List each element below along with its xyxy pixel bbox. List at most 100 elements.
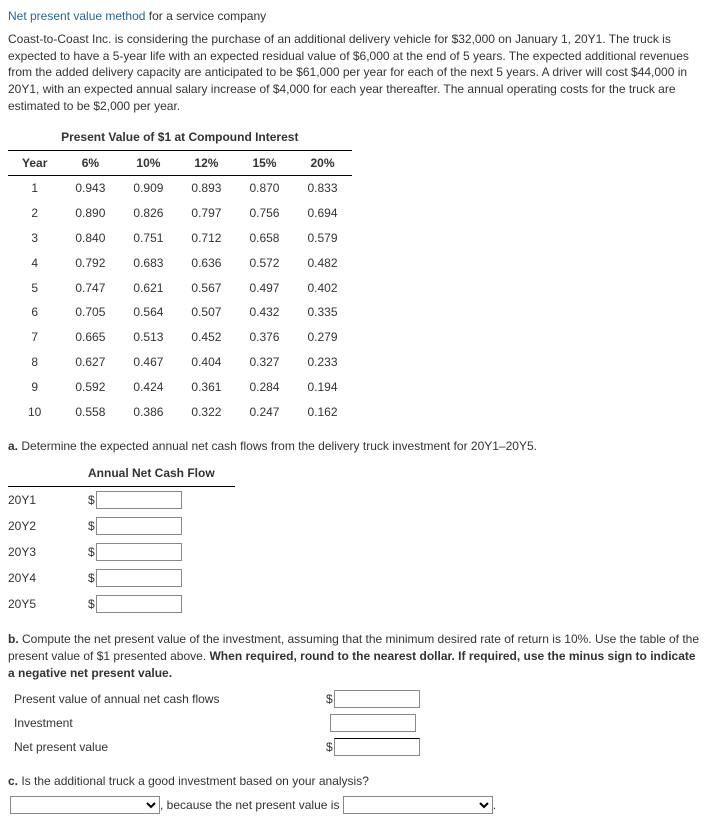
pv-value-cell: 0.452 [177, 325, 235, 350]
pv-value-cell: 0.621 [119, 276, 177, 301]
cf-input-20Y4[interactable] [96, 569, 182, 587]
pv-year-cell: 4 [8, 251, 61, 276]
dollar-sign: $ [88, 545, 95, 559]
pv-year-cell: 9 [8, 375, 61, 400]
pv-value-cell: 0.361 [177, 375, 235, 400]
question-c: c. Is the additional truck a good invest… [8, 773, 700, 790]
c-dropdown-2[interactable] [343, 796, 493, 814]
cf-row: 20Y5$ [8, 591, 235, 617]
pv-value-cell: 0.162 [293, 400, 351, 425]
pv-value-cell: 0.558 [61, 400, 119, 425]
c-mid: , because the net present value is [160, 798, 343, 812]
pv-value-cell: 0.279 [293, 325, 351, 350]
title-rest: for a service company [145, 9, 266, 23]
pv-value-cell: 0.233 [293, 350, 351, 375]
pv-value-cell: 0.579 [293, 226, 351, 251]
pv-value-cell: 0.797 [177, 201, 235, 226]
npv-label-pv: Present value of annual net cash flows [8, 687, 320, 711]
c-text: Is the additional truck a good investmen… [18, 774, 369, 788]
pv-value-cell: 0.424 [119, 375, 177, 400]
cf-input-20Y2[interactable] [96, 517, 182, 535]
c-prefix: c. [8, 774, 18, 788]
pv-row: 100.5580.3860.3220.2470.162 [8, 400, 352, 425]
cf-row: 20Y2$ [8, 513, 235, 539]
cf-input-20Y1[interactable] [96, 491, 182, 509]
pv-h1: 6% [61, 150, 119, 176]
pv-value-cell: 0.870 [235, 176, 293, 201]
cf-input-20Y5[interactable] [96, 595, 182, 613]
pv-value-cell: 0.404 [177, 350, 235, 375]
pv-table: Present Value of $1 at Compound Interest… [8, 125, 352, 425]
pv-year-cell: 7 [8, 325, 61, 350]
a-prefix: a. [8, 439, 18, 453]
pv-value-cell: 0.564 [119, 300, 177, 325]
pv-value-cell: 0.694 [293, 201, 351, 226]
cf-amount-cell: $ [88, 539, 235, 565]
pv-value-cell: 0.497 [235, 276, 293, 301]
pv-value-cell: 0.712 [177, 226, 235, 251]
pv-row: 30.8400.7510.7120.6580.579 [8, 226, 352, 251]
cf-year: 20Y3 [8, 539, 88, 565]
dollar-spacer [326, 716, 329, 730]
cf-amount-cell: $ [88, 565, 235, 591]
pv-h0: Year [8, 150, 61, 176]
pv-value-cell: 0.705 [61, 300, 119, 325]
pv-value-cell: 0.432 [235, 300, 293, 325]
dollar-sign: $ [88, 519, 95, 533]
pv-value-cell: 0.482 [293, 251, 351, 276]
npv-row-npv: Net present value $ [8, 735, 426, 759]
cf-row: 20Y4$ [8, 565, 235, 591]
c-answer-line: , because the net present value is . [10, 796, 700, 814]
pv-value-cell: 0.826 [119, 201, 177, 226]
pv-value-cell: 0.943 [61, 176, 119, 201]
pv-h2: 10% [119, 150, 177, 176]
cf-input-20Y3[interactable] [96, 543, 182, 561]
c-dropdown-1[interactable] [10, 796, 160, 814]
pv-year-cell: 10 [8, 400, 61, 425]
pv-value-cell: 0.840 [61, 226, 119, 251]
dollar-sign: $ [88, 571, 95, 585]
pv-value-cell: 0.792 [61, 251, 119, 276]
pv-cashflows-input[interactable] [334, 690, 420, 708]
pv-value-cell: 0.658 [235, 226, 293, 251]
pv-value-cell: 0.507 [177, 300, 235, 325]
pv-caption: Present Value of $1 at Compound Interest [8, 125, 352, 150]
pv-value-cell: 0.322 [177, 400, 235, 425]
pv-h4: 15% [235, 150, 293, 176]
pv-value-cell: 0.247 [235, 400, 293, 425]
pv-row: 10.9430.9090.8930.8700.833 [8, 176, 352, 201]
cf-amount-cell: $ [88, 513, 235, 539]
question-b: b. Compute the net present value of the … [8, 631, 700, 681]
dollar-sign: $ [326, 692, 333, 706]
pv-year-cell: 1 [8, 176, 61, 201]
cf-amount-cell: $ [88, 486, 235, 513]
investment-input[interactable] [330, 714, 416, 732]
pv-value-cell: 0.327 [235, 350, 293, 375]
pv-value-cell: 0.683 [119, 251, 177, 276]
problem-text: Coast-to-Coast Inc. is considering the p… [8, 31, 700, 115]
npv-row-inv: Investment [8, 711, 426, 735]
title-line: Net present value method for a service c… [8, 8, 700, 25]
pv-value-cell: 0.833 [293, 176, 351, 201]
b-prefix: b. [8, 632, 19, 646]
pv-year-cell: 3 [8, 226, 61, 251]
cf-year: 20Y1 [8, 486, 88, 513]
dollar-sign: $ [88, 493, 95, 507]
c-end: . [493, 798, 496, 812]
npv-input[interactable] [334, 738, 420, 756]
pv-value-cell: 0.467 [119, 350, 177, 375]
pv-value-cell: 0.572 [235, 251, 293, 276]
pv-value-cell: 0.665 [61, 325, 119, 350]
cf-row: 20Y3$ [8, 539, 235, 565]
pv-row: 60.7050.5640.5070.4320.335 [8, 300, 352, 325]
cf-year: 20Y4 [8, 565, 88, 591]
pv-value-cell: 0.636 [177, 251, 235, 276]
question-a: a. Determine the expected annual net cas… [8, 438, 700, 455]
cf-amount-cell: $ [88, 591, 235, 617]
npv-label-npv: Net present value [8, 735, 320, 759]
pv-value-cell: 0.747 [61, 276, 119, 301]
pv-value-cell: 0.567 [177, 276, 235, 301]
pv-row: 80.6270.4670.4040.3270.233 [8, 350, 352, 375]
npv-label-inv: Investment [8, 711, 320, 735]
pv-row: 40.7920.6830.6360.5720.482 [8, 251, 352, 276]
